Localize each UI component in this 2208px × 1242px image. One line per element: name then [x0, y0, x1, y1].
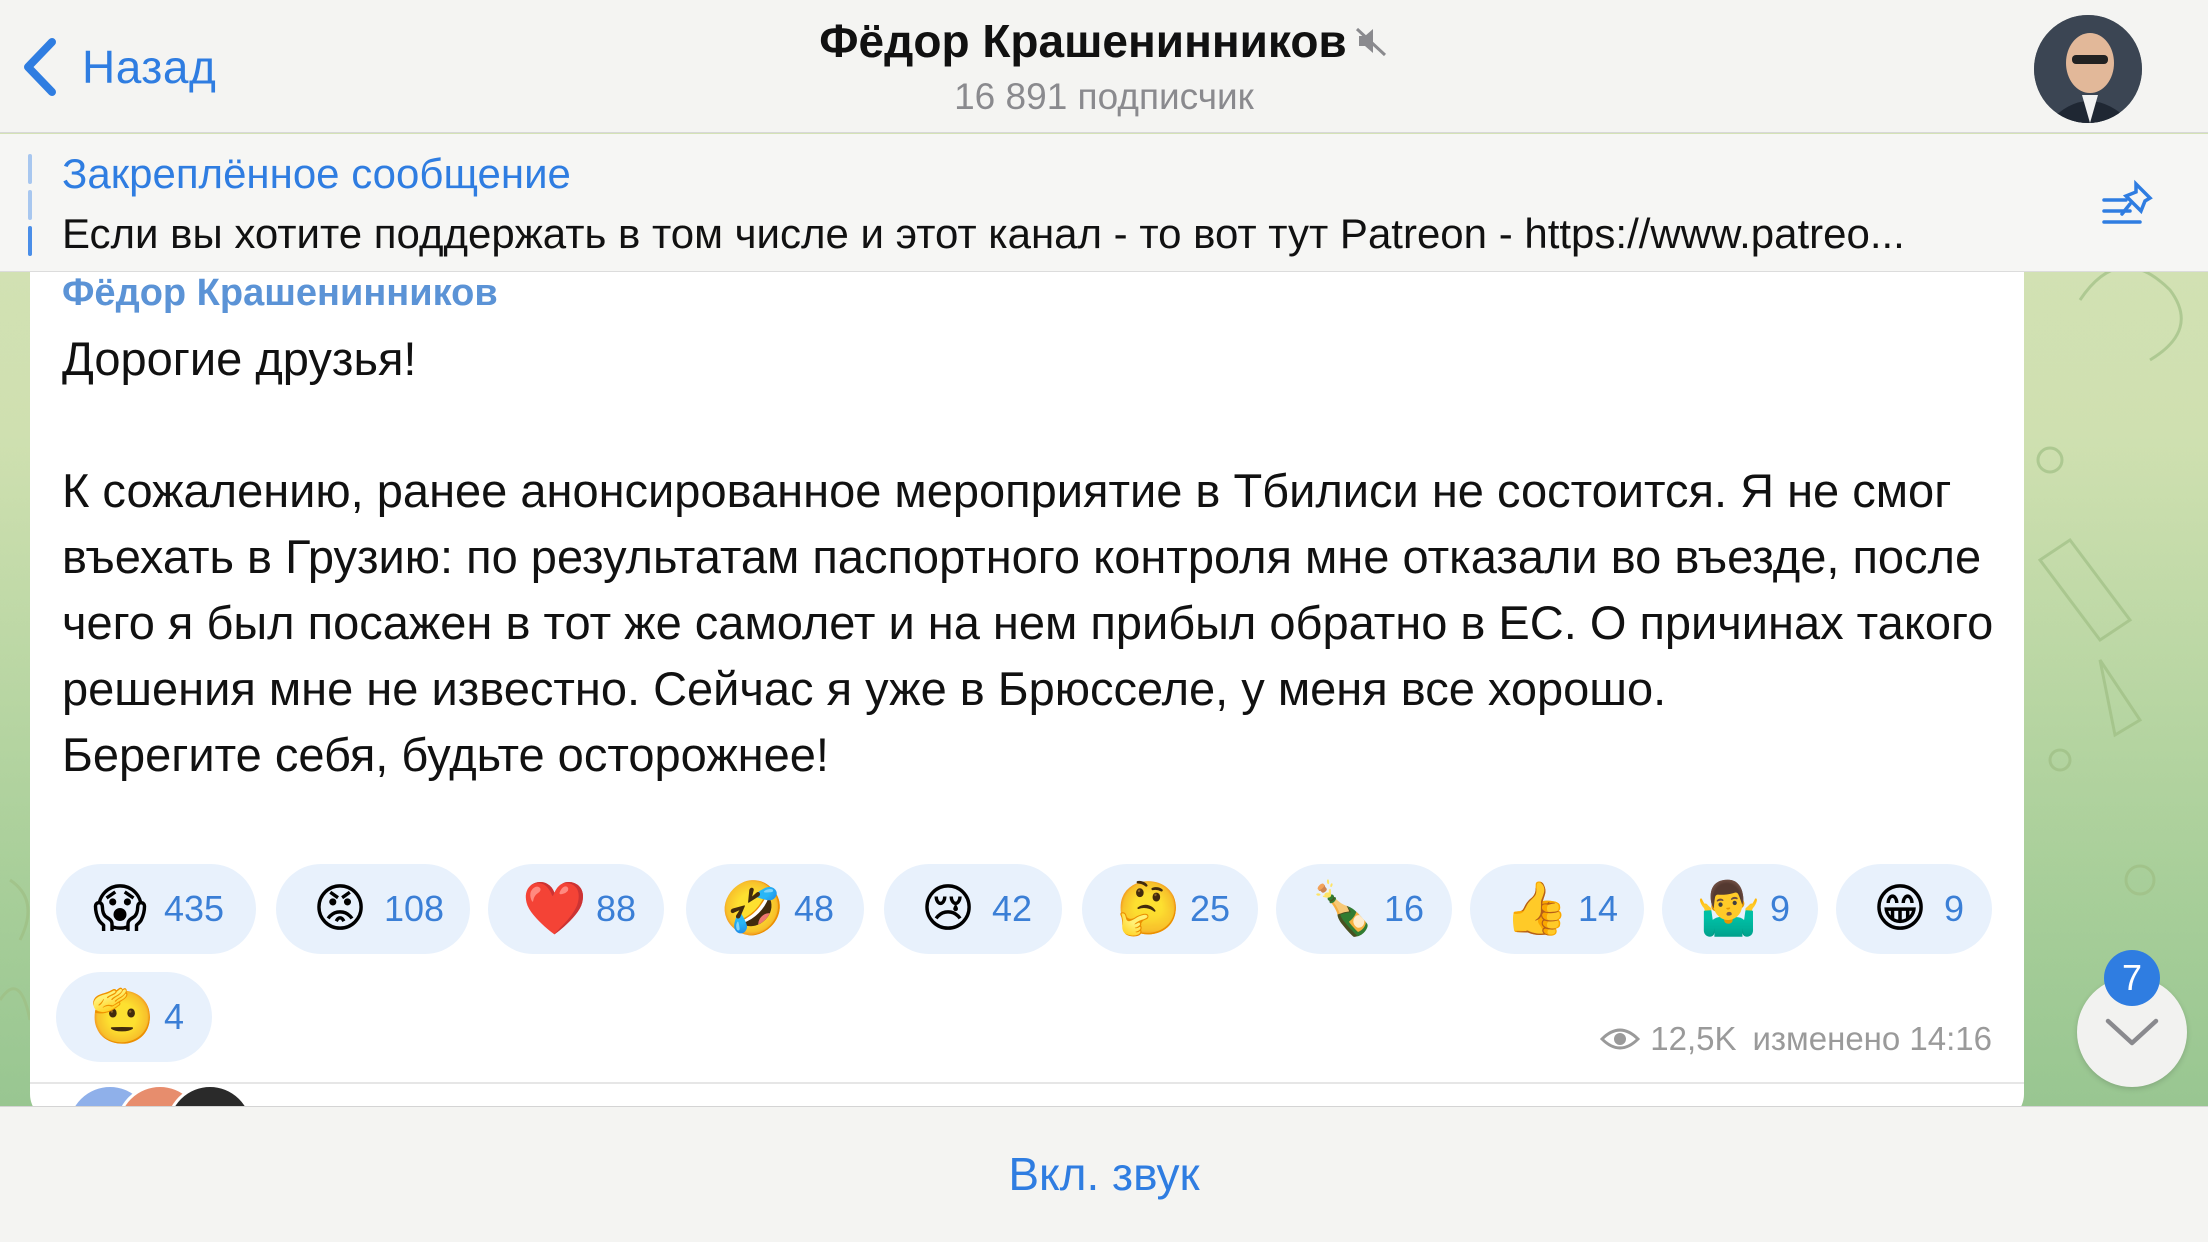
- reaction-count: 42: [992, 888, 1033, 929]
- eye-icon: [1600, 1028, 1641, 1050]
- reaction-chip[interactable]: 🍾 16: [1276, 864, 1452, 954]
- reaction-emoji: 🤔: [1116, 880, 1181, 938]
- reaction-count: 14: [1578, 888, 1619, 929]
- reaction-chip[interactable]: 😡 108: [276, 864, 470, 954]
- reaction-chip[interactable]: 🤔 25: [1082, 864, 1258, 954]
- reaction-count: 16: [1384, 888, 1425, 929]
- reaction-emoji: 🫡: [90, 988, 155, 1046]
- reaction-chip[interactable]: 🤷‍♂️ 9: [1662, 864, 1818, 954]
- subscriber-count: 16 891 подписчик: [954, 76, 1254, 117]
- edited-time: изменено 14:16: [1752, 1020, 1992, 1057]
- reaction-count: 4: [164, 996, 185, 1037]
- comments-divider: [30, 1082, 2024, 1084]
- reaction-emoji: 😢: [920, 880, 976, 938]
- reaction-emoji: 🤷‍♂️: [1696, 880, 1761, 938]
- reaction-chip[interactable]: 👍 14: [1470, 864, 1644, 954]
- pin-list-icon[interactable]: [2100, 178, 2162, 234]
- reaction-emoji: 😡: [312, 880, 368, 938]
- reaction-emoji: 👍: [1504, 880, 1569, 938]
- pinned-title: Закреплённое сообщение: [62, 150, 571, 197]
- reaction-count: 25: [1190, 888, 1231, 929]
- channel-name: Фёдор Крашенинников: [819, 15, 1347, 67]
- reaction-chip[interactable]: 🤣 48: [686, 864, 864, 954]
- pinned-indicator: [28, 154, 34, 256]
- unread-count-badge: 7: [2104, 950, 2160, 1006]
- reaction-emoji: 🍾: [1310, 880, 1375, 938]
- message-text: Дорогие друзья! К сожалению, ранее анонс…: [62, 332, 1994, 781]
- unmute-button[interactable]: Вкл. звук: [0, 1107, 2208, 1242]
- channel-info[interactable]: Фёдор Крашенинников 16 891 подписчик: [0, 14, 2208, 118]
- reaction-emoji: ❤️: [522, 880, 587, 938]
- message-sender: Фёдор Крашенинников: [62, 272, 498, 314]
- avatar-photo: [2034, 15, 2142, 123]
- reaction-count: 88: [596, 888, 637, 929]
- reaction-count: 9: [1770, 888, 1791, 929]
- reaction-chip[interactable]: 😁 9: [1836, 864, 1992, 954]
- reaction-emoji: 😱: [92, 880, 148, 938]
- channel-avatar[interactable]: [2034, 15, 2142, 123]
- muted-speaker-icon: [1355, 27, 1386, 57]
- reaction-count: 108: [384, 888, 445, 929]
- reaction-emoji: 🤣: [720, 880, 785, 938]
- reaction-chip[interactable]: 🫡 4: [56, 972, 212, 1062]
- view-count: 12,5K: [1650, 1020, 1737, 1057]
- message-meta: 12,5K изменено 14:16: [1600, 1020, 1992, 1058]
- reaction-emoji: 😁: [1872, 880, 1928, 938]
- bottom-bar: Вкл. звук: [0, 1106, 2208, 1242]
- chevron-down-icon: [2105, 1018, 2159, 1046]
- reaction-count: 435: [164, 888, 225, 929]
- reaction-count: 9: [1944, 888, 1965, 929]
- chat-header: Назад Фёдор Крашенинников 16 891 подписч…: [0, 0, 2208, 133]
- reaction-chip[interactable]: 😢 42: [884, 864, 1062, 954]
- reaction-chip[interactable]: ❤️ 88: [488, 864, 664, 954]
- pinned-text: Если вы хотите поддержать в том числе и …: [62, 210, 1905, 257]
- reaction-chip[interactable]: 😱 435: [56, 864, 256, 954]
- pinned-message-bar[interactable]: Закреплённое сообщение Если вы хотите по…: [0, 134, 2208, 272]
- message-bubble[interactable]: Фёдор Крашенинников Дорогие друзья! К со…: [30, 272, 2024, 1124]
- reaction-count: 48: [794, 888, 835, 929]
